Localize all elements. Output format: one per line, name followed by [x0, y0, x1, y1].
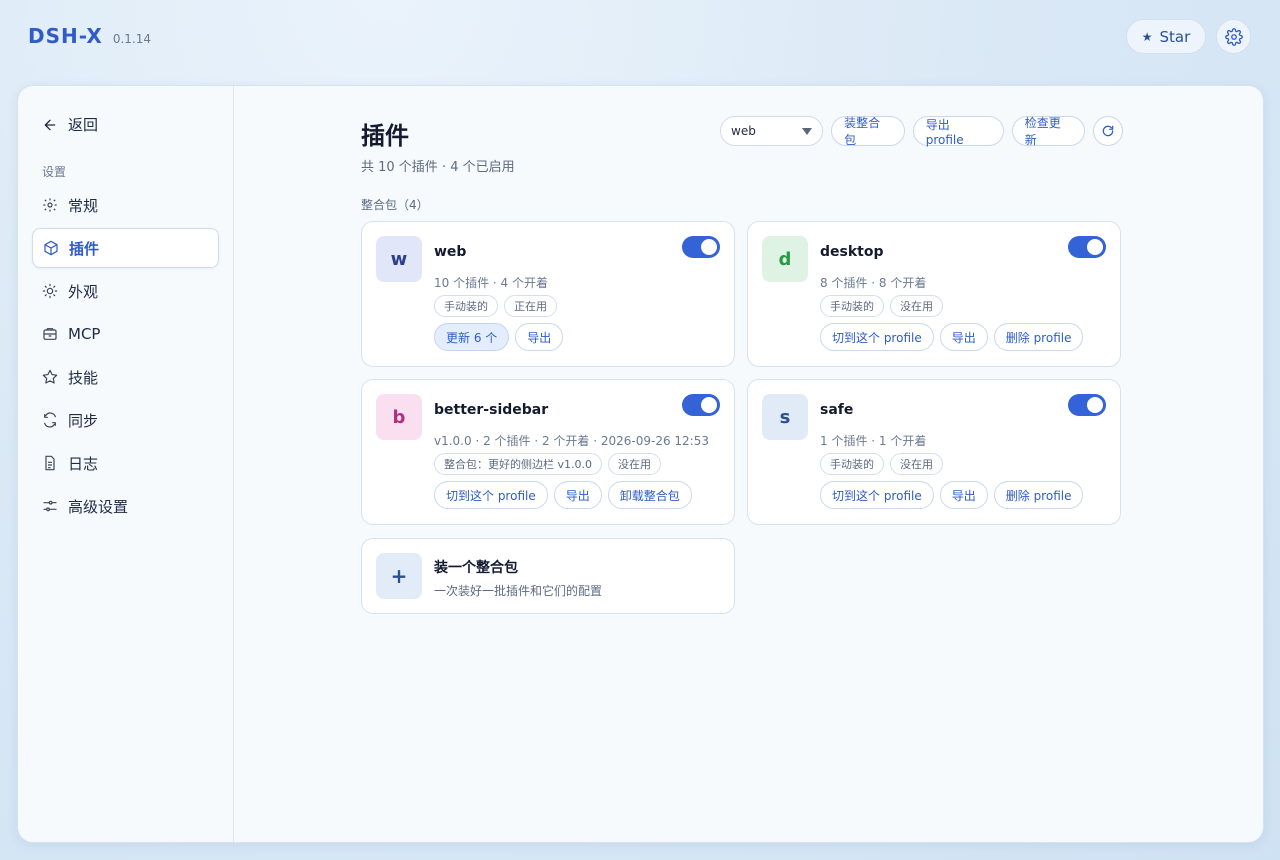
update-button[interactable]: 更新 6 个 — [434, 323, 510, 351]
status-badge: 手动装的 — [820, 295, 884, 317]
status-badge: 手动装的 — [820, 453, 884, 475]
group-label: 整合包（4） — [361, 198, 429, 212]
sidebar: 返回 设置 常规 插件 外观 MCP 技能 同步 日志 高级设置 — [18, 86, 234, 842]
pack-card-web: w web 10 个插件 · 4 个开着 手动装的 正在用 更新 6 个 导出 — [361, 221, 735, 367]
status-badge: 正在用 — [504, 295, 557, 317]
app-name: DSH-X — [28, 24, 103, 48]
sidebar-item-logs[interactable]: 日志 — [32, 443, 219, 483]
status-badge: 手动装的 — [434, 295, 498, 317]
pack-name: web — [434, 244, 467, 260]
gear-icon — [43, 198, 57, 212]
server-icon — [43, 328, 57, 340]
pack-card-desktop: d desktop 8 个插件 · 8 个开着 手动装的 没在用 切到这个 pr… — [747, 221, 1121, 367]
pack-avatar: s — [762, 394, 808, 440]
pack-meta: 10 个插件 · 4 个开着 — [434, 276, 548, 290]
pack-card-safe: s safe 1 个插件 · 1 个开着 手动装的 没在用 切到这个 profi… — [747, 379, 1121, 525]
cube-icon — [44, 240, 58, 256]
sidebar-item-label: 插件 — [69, 239, 100, 258]
delete-profile-button[interactable]: 删除 profile — [993, 481, 1084, 509]
gear-icon — [1224, 27, 1243, 46]
back-button[interactable]: 返回 — [42, 114, 98, 135]
caret-down-icon — [802, 127, 813, 135]
switch-profile-button[interactable]: 切到这个 profile — [820, 323, 934, 351]
sidebar-item-label: 日志 — [68, 454, 99, 473]
install-pack-subtitle: 一次装好一批插件和它们的配置 — [434, 584, 603, 598]
pack-enabled-toggle[interactable] — [1068, 394, 1106, 416]
pack-name: safe — [820, 402, 854, 418]
sidebar-item-mcp[interactable]: MCP — [32, 314, 219, 354]
install-pack-button[interactable]: 装整合包 — [831, 116, 905, 147]
pack-avatar: d — [762, 236, 808, 282]
status-badge: 没在用 — [890, 453, 943, 475]
switch-profile-button[interactable]: 切到这个 profile — [820, 481, 934, 509]
star-icon: ★ — [1141, 29, 1153, 44]
page-subtitle: 共 10 个插件 · 4 个已启用 — [361, 160, 515, 175]
export-button[interactable]: 导出 — [553, 481, 602, 509]
pack-meta: 1 个插件 · 1 个开着 — [820, 434, 927, 448]
uninstall-pack-button[interactable]: 卸载整合包 — [607, 481, 692, 509]
main-content: 插件 共 10 个插件 · 4 个已启用 web 装整合包 导出 profile… — [361, 86, 1124, 842]
app-version: 0.1.14 — [112, 32, 152, 46]
sync-icon — [44, 412, 56, 428]
page-title: 插件 — [361, 122, 409, 150]
install-pack-title: 装一个整合包 — [434, 560, 518, 576]
install-pack-card[interactable]: + 装一个整合包 一次装好一批插件和它们的配置 — [361, 538, 735, 614]
export-profile-button[interactable]: 导出 profile — [912, 116, 1004, 147]
sidebar-item-skills[interactable]: 技能 — [32, 357, 219, 397]
star-outline-icon — [42, 369, 58, 384]
export-button[interactable]: 导出 — [939, 323, 988, 351]
sidebar-item-plugins[interactable]: 插件 — [32, 228, 219, 268]
sidebar-item-general[interactable]: 常规 — [32, 185, 219, 225]
export-button[interactable]: 导出 — [939, 481, 988, 509]
refresh-icon — [1102, 125, 1114, 137]
document-icon — [45, 455, 55, 471]
profile-select[interactable]: web — [720, 116, 824, 146]
sidebar-item-advanced[interactable]: 高级设置 — [32, 486, 219, 526]
back-label: 返回 — [68, 116, 99, 134]
export-button[interactable]: 导出 — [515, 323, 564, 351]
sidebar-item-label: 常规 — [68, 196, 99, 215]
sliders-icon — [43, 500, 57, 512]
pack-meta: v1.0.0 · 2 个插件 · 2 个开着 · 2026-09-26 12:5… — [434, 434, 709, 448]
sun-icon — [42, 283, 58, 299]
pack-enabled-toggle[interactable] — [682, 394, 720, 416]
status-badge: 整合包：更好的侧边栏 v1.0.0 — [434, 453, 602, 475]
profile-select-value: web — [731, 124, 756, 138]
arrow-left-icon — [44, 119, 56, 130]
top-bar: DSH-X 0.1.14 ★ Star — [0, 0, 1280, 84]
status-badge: 没在用 — [890, 295, 943, 317]
sidebar-item-label: MCP — [68, 325, 101, 343]
sidebar-item-label: 外观 — [68, 282, 99, 301]
sidebar-section-label: 设置 — [42, 165, 67, 179]
pack-enabled-toggle[interactable] — [682, 236, 720, 258]
sidebar-item-label: 同步 — [68, 411, 99, 430]
sidebar-item-appearance[interactable]: 外观 — [32, 271, 219, 311]
pack-meta: 8 个插件 · 8 个开着 — [820, 276, 927, 290]
pack-card-better-sidebar: b better-sidebar v1.0.0 · 2 个插件 · 2 个开着 … — [361, 379, 735, 525]
pack-avatar: b — [376, 394, 422, 440]
plus-icon: + — [376, 553, 422, 599]
sidebar-item-sync[interactable]: 同步 — [32, 400, 219, 440]
settings-window: 返回 设置 常规 插件 外观 MCP 技能 同步 日志 高级设置 插件 共 10… — [17, 85, 1264, 843]
star-label: Star — [1159, 27, 1191, 46]
brand: DSH-X 0.1.14 — [28, 24, 151, 48]
status-badge: 没在用 — [608, 453, 661, 475]
delete-profile-button[interactable]: 删除 profile — [993, 323, 1084, 351]
toolbar: web 装整合包 导出 profile 检查更新 — [720, 116, 1124, 147]
switch-profile-button[interactable]: 切到这个 profile — [434, 481, 548, 509]
pack-avatar: w — [376, 236, 422, 282]
check-updates-button[interactable]: 检查更新 — [1011, 116, 1086, 147]
sidebar-item-label: 高级设置 — [68, 497, 129, 516]
refresh-button[interactable] — [1093, 116, 1124, 146]
pack-enabled-toggle[interactable] — [1068, 236, 1106, 258]
pack-name: better-sidebar — [434, 402, 549, 418]
sidebar-item-label: 技能 — [68, 368, 99, 387]
star-button[interactable]: ★ Star — [1126, 19, 1206, 54]
pack-name: desktop — [820, 244, 884, 260]
settings-button[interactable] — [1216, 19, 1251, 54]
